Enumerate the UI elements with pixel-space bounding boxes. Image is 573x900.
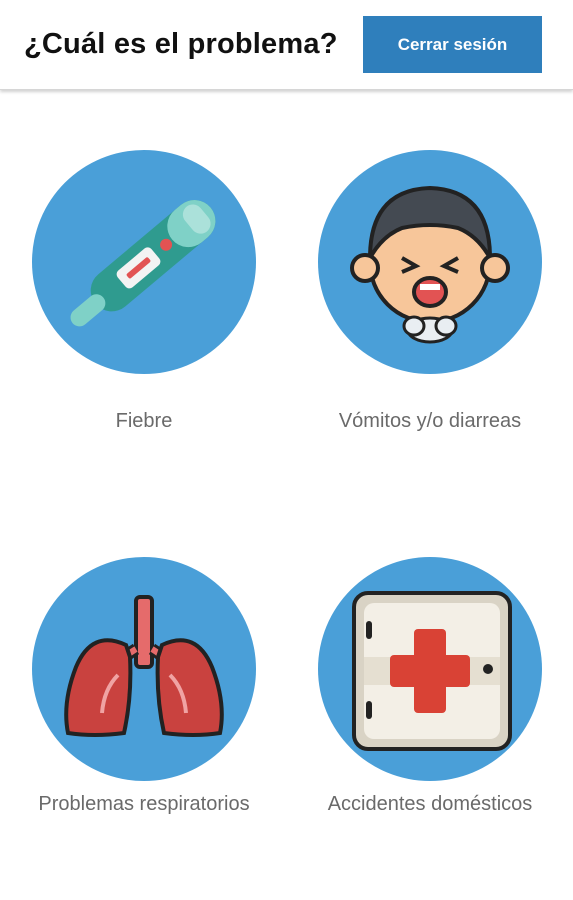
option-respiratory[interactable]: Problemas respiratorios xyxy=(14,557,274,857)
first-aid-kit-icon xyxy=(352,591,512,751)
page-title: ¿Cuál es el problema? xyxy=(24,28,338,60)
option-label: Problemas respiratorios xyxy=(38,793,250,815)
option-vomiting[interactable]: Vómitos y/o diarreas xyxy=(300,150,560,450)
respiratory-circle[interactable] xyxy=(32,557,256,781)
option-home-accidents[interactable]: Accidentes domésticos xyxy=(300,557,560,857)
option-label: Vómitos y/o diarreas xyxy=(338,410,522,432)
option-fever[interactable]: Fiebre xyxy=(14,150,274,450)
option-label: Accidentes domésticos xyxy=(327,793,533,815)
lungs-icon xyxy=(64,595,224,737)
top-bar: ¿Cuál es el problema? Cerrar sesión xyxy=(0,0,573,90)
logout-button[interactable]: Cerrar sesión xyxy=(363,16,542,73)
option-label: Fiebre xyxy=(115,410,173,432)
vomiting-circle[interactable] xyxy=(318,150,542,374)
fever-circle[interactable] xyxy=(32,150,256,374)
thermometer-icon xyxy=(70,199,216,327)
vomiting-face-icon xyxy=(350,185,510,344)
home-accidents-circle[interactable] xyxy=(318,557,542,781)
